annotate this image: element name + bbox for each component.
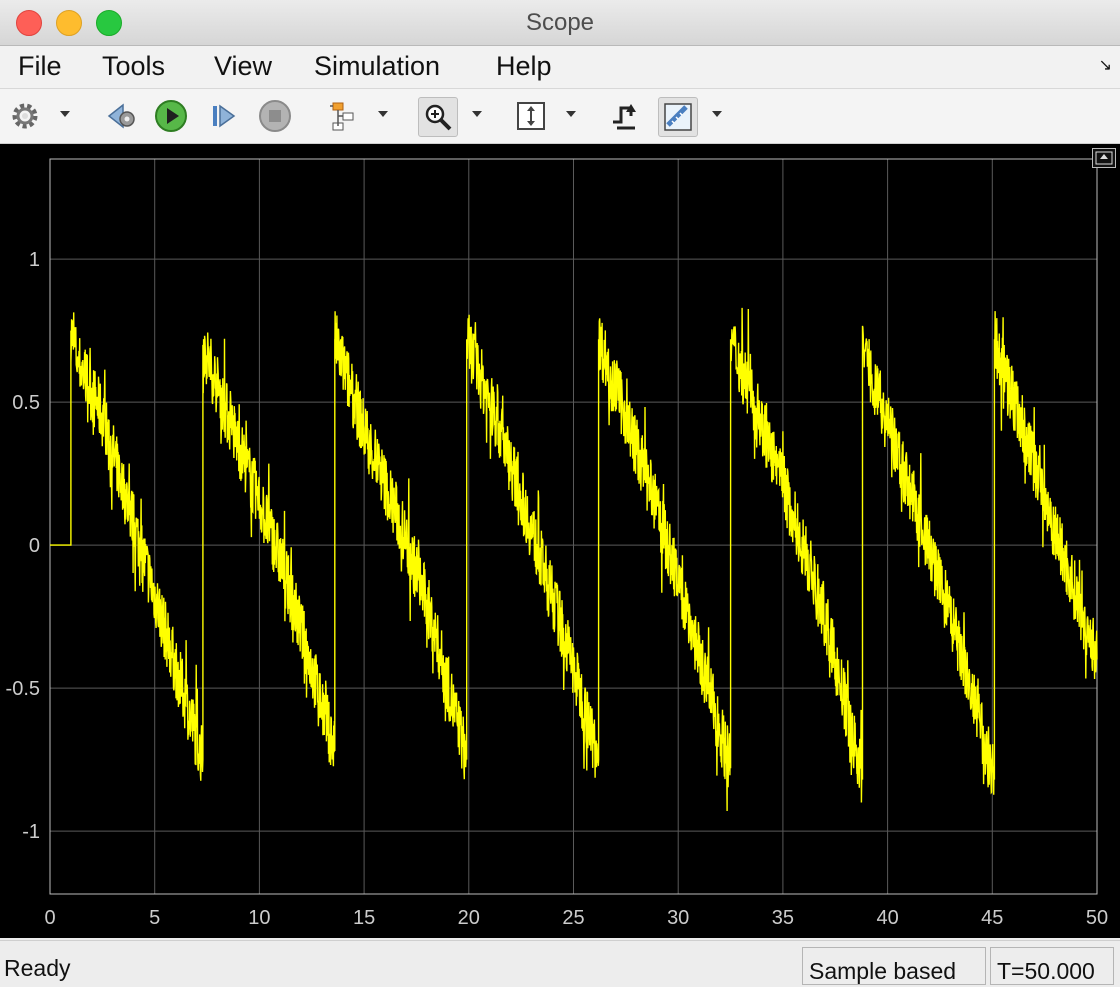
x-tick-label: 45	[981, 907, 1003, 929]
y-tick-label: -1	[22, 821, 40, 843]
simulation-time: T=50.000	[990, 947, 1114, 985]
zoom-dropdown-icon[interactable]	[472, 111, 482, 117]
undock-axes-icon[interactable]	[1092, 148, 1116, 168]
y-tick-label: -0.5	[6, 678, 40, 700]
dock-arrow-icon[interactable]: ↘	[1099, 55, 1112, 75]
status-text: Ready	[4, 955, 71, 981]
measurements-dropdown-icon[interactable]	[712, 111, 722, 117]
stop-icon[interactable]	[256, 97, 294, 135]
title-bar: Scope	[0, 0, 1120, 46]
menu-file[interactable]: File	[18, 51, 62, 82]
y-tick-label: 0.5	[12, 392, 40, 414]
x-tick-label: 0	[44, 907, 55, 929]
x-tick-label: 40	[876, 907, 898, 929]
x-tick-label: 35	[772, 907, 794, 929]
step-forward-icon[interactable]	[204, 97, 242, 135]
menu-simulation[interactable]: Simulation	[314, 51, 440, 82]
menu-view[interactable]: View	[214, 51, 272, 82]
x-tick-label: 50	[1086, 907, 1108, 929]
status-bar: Ready Sample based T=50.000	[0, 940, 1120, 987]
signal-selector-dropdown-icon[interactable]	[378, 111, 388, 117]
x-tick-label: 20	[458, 907, 480, 929]
window-title: Scope	[525, 9, 595, 36]
sample-mode-indicator: Sample based	[802, 947, 986, 985]
step-back-icon[interactable]	[102, 97, 140, 135]
scale-axes-dropdown-icon[interactable]	[566, 111, 576, 117]
settings-dropdown-icon[interactable]	[60, 111, 70, 117]
signal-plot[interactable]: 0 5 10 15 20 25 30 35 40 45 50 -1 -0.5 0 0.5 1	[0, 144, 1120, 938]
x-tick-label: 25	[562, 907, 584, 929]
x-tick-label: 5	[149, 907, 160, 929]
signal-selector-icon[interactable]	[324, 97, 362, 135]
triggers-icon[interactable]	[606, 97, 644, 135]
y-tick-label: 1	[29, 249, 40, 271]
x-tick-label: 15	[353, 907, 375, 929]
measurements-icon[interactable]	[658, 97, 698, 137]
settings-icon[interactable]	[6, 97, 44, 135]
scale-axes-icon[interactable]	[512, 97, 550, 135]
scope-display[interactable]: 0 5 10 15 20 25 30 35 40 45 50 -1 -0.5 0 0.5 1	[0, 144, 1120, 938]
menu-help[interactable]: Help	[496, 51, 552, 82]
run-icon[interactable]	[152, 97, 190, 135]
zoom-in-icon[interactable]	[418, 97, 458, 137]
menu-bar: File Tools View Simulation Help ↘	[0, 46, 1120, 89]
y-tick-label: 0	[29, 535, 40, 557]
toolbar	[0, 89, 1120, 144]
x-tick-label: 10	[248, 907, 270, 929]
menu-tools[interactable]: Tools	[102, 51, 165, 82]
x-tick-label: 30	[667, 907, 689, 929]
